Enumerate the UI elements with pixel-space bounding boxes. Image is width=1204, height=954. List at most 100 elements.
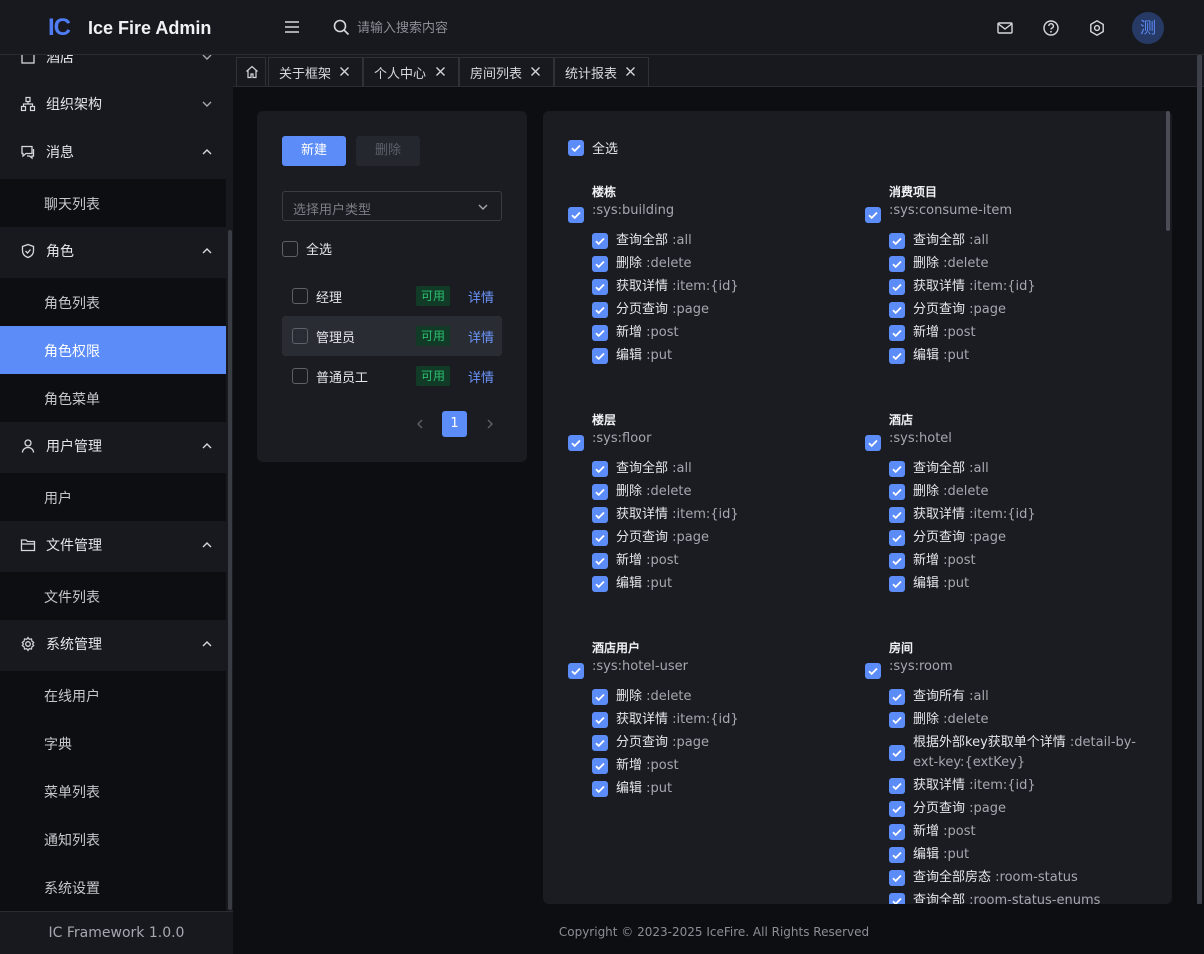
permission-checkbox[interactable] bbox=[889, 279, 905, 295]
sidebar-item-role-permission[interactable]: 角色权限 bbox=[0, 326, 226, 374]
permission-item[interactable]: 获取详情 :item:{id} bbox=[889, 776, 1149, 796]
user-type-select[interactable]: 选择用户类型 bbox=[282, 191, 502, 221]
sidebar-scrollbar[interactable] bbox=[228, 230, 232, 910]
permission-item[interactable]: 编辑 :put bbox=[889, 574, 1149, 594]
permission-checkbox[interactable] bbox=[889, 233, 905, 249]
permission-item[interactable]: 编辑 :put bbox=[889, 346, 1149, 366]
sidebar-item-role-menu[interactable]: 角色菜单 bbox=[0, 374, 226, 422]
role-checkbox[interactable] bbox=[292, 328, 308, 344]
permission-checkbox[interactable] bbox=[889, 325, 905, 341]
permissions-select-all[interactable]: 全选 bbox=[568, 138, 618, 157]
role-row[interactable]: 普通员工 可用 详情 bbox=[282, 356, 502, 396]
permission-item[interactable]: 删除 :delete bbox=[592, 482, 852, 502]
permission-checkbox[interactable] bbox=[889, 745, 905, 761]
permission-checkbox[interactable] bbox=[889, 484, 905, 500]
select-all-checkbox[interactable] bbox=[568, 139, 584, 156]
permission-item[interactable]: 分页查询 :page bbox=[889, 528, 1149, 548]
help-icon[interactable] bbox=[1042, 19, 1060, 37]
permission-checkbox[interactable] bbox=[592, 302, 608, 318]
permission-checkbox[interactable] bbox=[592, 233, 608, 249]
permission-checkbox[interactable] bbox=[592, 689, 608, 705]
permission-item[interactable]: 获取详情 :item:{id} bbox=[592, 710, 852, 730]
tab-profile[interactable]: 个人中心 bbox=[363, 57, 459, 87]
permission-item[interactable]: 删除 :delete bbox=[889, 710, 1149, 730]
permission-item[interactable]: 新增 :post bbox=[889, 822, 1149, 842]
close-icon[interactable] bbox=[339, 66, 350, 77]
permission-item[interactable]: 新增 :post bbox=[592, 323, 852, 343]
permission-checkbox[interactable] bbox=[592, 507, 608, 523]
permission-checkbox[interactable] bbox=[889, 847, 905, 863]
permission-checkbox[interactable] bbox=[592, 712, 608, 728]
permission-item[interactable]: 查询全部 :all bbox=[889, 459, 1149, 479]
permission-item[interactable]: 查询全部房态 :room-status bbox=[889, 868, 1149, 888]
sidebar-item-org[interactable]: 组织架构 bbox=[0, 80, 226, 128]
permission-item[interactable]: 分页查询 :page bbox=[592, 733, 852, 753]
tab-statistics[interactable]: 统计报表 bbox=[554, 57, 649, 87]
permission-item[interactable]: 删除 :delete bbox=[592, 254, 852, 274]
permission-item[interactable]: 查询全部 :all bbox=[592, 231, 852, 251]
permission-item[interactable]: 查询全部 :all bbox=[889, 231, 1149, 251]
permission-item[interactable]: 删除 :delete bbox=[592, 687, 852, 707]
permission-checkbox[interactable] bbox=[592, 530, 608, 546]
permission-checkbox[interactable] bbox=[889, 507, 905, 523]
tab-home[interactable] bbox=[236, 57, 266, 87]
sidebar-item-dictionary[interactable]: 字典 bbox=[0, 719, 226, 767]
group-checkbox[interactable] bbox=[865, 663, 881, 679]
sidebar-item-hotel[interactable]: 酒店 bbox=[0, 55, 226, 81]
group-checkbox[interactable] bbox=[568, 207, 584, 223]
permission-checkbox[interactable] bbox=[592, 279, 608, 295]
permission-checkbox[interactable] bbox=[889, 801, 905, 817]
tab-room-list[interactable]: 房间列表 bbox=[459, 57, 554, 87]
tab-about[interactable]: 关于框架 bbox=[268, 57, 363, 87]
permission-item[interactable]: 查询所有 :all bbox=[889, 687, 1149, 707]
group-checkbox[interactable] bbox=[865, 207, 881, 223]
sidebar-item-notice-list[interactable]: 通知列表 bbox=[0, 815, 226, 863]
permission-item[interactable]: 查询全部 :all bbox=[592, 459, 852, 479]
permission-item[interactable]: 编辑 :put bbox=[592, 779, 852, 799]
permission-checkbox[interactable] bbox=[592, 325, 608, 341]
permission-item[interactable]: 新增 :post bbox=[889, 551, 1149, 571]
permission-item[interactable]: 分页查询 :page bbox=[889, 300, 1149, 320]
permission-checkbox[interactable] bbox=[592, 553, 608, 569]
new-role-button[interactable]: 新建 bbox=[282, 136, 346, 166]
permission-checkbox[interactable] bbox=[889, 530, 905, 546]
sidebar-item-system-management[interactable]: 系统管理 bbox=[0, 620, 226, 668]
permission-item[interactable]: 获取详情 :item:{id} bbox=[592, 505, 852, 525]
sidebar-item-message[interactable]: 消息 bbox=[0, 128, 226, 176]
permission-checkbox[interactable] bbox=[889, 870, 905, 886]
permission-checkbox[interactable] bbox=[889, 461, 905, 477]
delete-role-button[interactable]: 删除 bbox=[356, 136, 420, 166]
permission-item[interactable]: 分页查询 :page bbox=[592, 528, 852, 548]
permission-item[interactable]: 删除 :delete bbox=[889, 254, 1149, 274]
sidebar-item-system-settings[interactable]: 系统设置 bbox=[0, 863, 226, 911]
sidebar-item-file-list[interactable]: 文件列表 bbox=[0, 572, 226, 620]
menu-toggle-icon[interactable] bbox=[283, 19, 301, 35]
select-all-checkbox[interactable] bbox=[282, 240, 298, 257]
permissions-scrollbar[interactable] bbox=[1166, 111, 1170, 231]
permission-item[interactable]: 新增 :post bbox=[592, 551, 852, 571]
sidebar-item-user[interactable]: 用户 bbox=[0, 473, 226, 521]
permission-item[interactable]: 获取详情 :item:{id} bbox=[592, 277, 852, 297]
permission-checkbox[interactable] bbox=[889, 712, 905, 728]
permission-checkbox[interactable] bbox=[889, 348, 905, 364]
role-checkbox[interactable] bbox=[292, 368, 308, 384]
page-number-current[interactable]: 1 bbox=[442, 411, 467, 437]
close-icon[interactable] bbox=[625, 66, 636, 77]
chevron-right-icon[interactable] bbox=[484, 418, 496, 430]
permission-checkbox[interactable] bbox=[592, 781, 608, 797]
permission-item[interactable]: 根据外部key获取单个详情 :detail-by-ext-key:{extKey… bbox=[889, 733, 1149, 773]
permission-checkbox[interactable] bbox=[889, 302, 905, 318]
close-icon[interactable] bbox=[435, 66, 446, 77]
permission-checkbox[interactable] bbox=[889, 256, 905, 272]
group-checkbox[interactable] bbox=[568, 435, 584, 451]
role-checkbox[interactable] bbox=[292, 288, 308, 304]
permission-item[interactable]: 分页查询 :page bbox=[889, 799, 1149, 819]
search-input[interactable] bbox=[357, 18, 577, 38]
sidebar-item-role-list[interactable]: 角色列表 bbox=[0, 278, 226, 326]
close-icon[interactable] bbox=[530, 66, 541, 77]
permission-checkbox[interactable] bbox=[592, 461, 608, 477]
permission-checkbox[interactable] bbox=[592, 484, 608, 500]
permission-checkbox[interactable] bbox=[592, 758, 608, 774]
permission-checkbox[interactable] bbox=[592, 256, 608, 272]
sidebar-item-role[interactable]: 角色 bbox=[0, 227, 226, 275]
